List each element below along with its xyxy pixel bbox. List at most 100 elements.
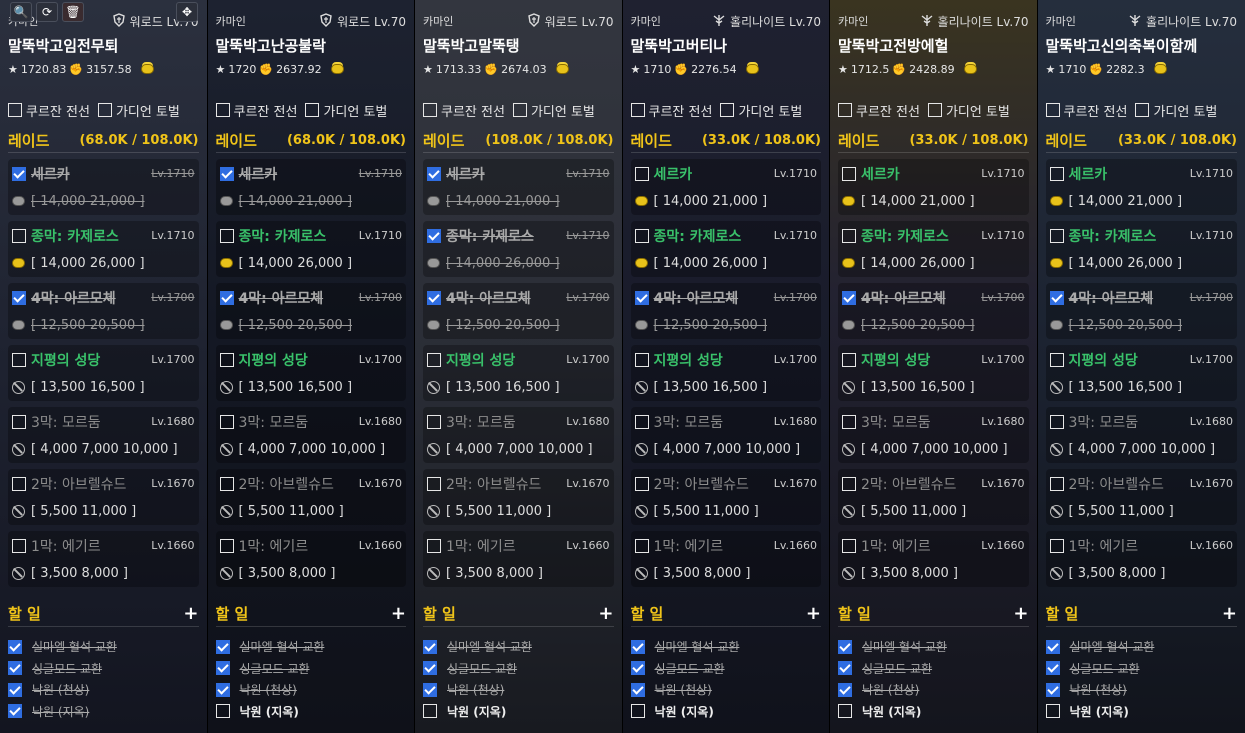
raid-item[interactable]: 4막: 아르모체 Lv.1700 [ 12,500 20,500 ] (215, 283, 406, 339)
raid-checkbox[interactable] (1049, 476, 1064, 491)
checkbox[interactable] (97, 103, 112, 117)
checkbox[interactable] (512, 103, 527, 117)
raid-item[interactable]: 2막: 아브렐슈드 Lv.1670 [ 5,500 11,000 ] (215, 469, 406, 525)
todo-item[interactable]: 낙원 (지옥) (838, 701, 1029, 723)
raid-item[interactable]: 3막: 모르둠 Lv.1680 [ 4,000 7,000 10,000 ] (1045, 407, 1237, 463)
raid-item[interactable]: 종막: 카제로스 Lv.1710 [ 14,000 26,000 ] (1045, 221, 1237, 277)
raid-checkbox[interactable] (12, 290, 26, 305)
raid-item[interactable]: 세르카 Lv.1710 [ 14,000 21,000 ] (1045, 159, 1237, 215)
todo-checkbox[interactable] (1045, 639, 1060, 654)
todo-checkbox[interactable] (630, 704, 645, 719)
no-gold-icon[interactable] (427, 566, 440, 580)
guardian-raid-toggle[interactable]: 가디언 토벌 (720, 101, 802, 120)
raid-item[interactable]: 세르카 Lv.1710 [ 14,000 21,000 ] (630, 159, 821, 215)
todo-item[interactable]: 낙원 (천상) (423, 679, 614, 701)
todo-item[interactable]: 실마엘 혈석 교환 (8, 636, 199, 658)
todo-checkbox[interactable] (423, 639, 437, 654)
checkbox[interactable] (1135, 103, 1150, 117)
no-gold-icon[interactable] (1049, 504, 1063, 518)
raid-item[interactable]: 1막: 에기르 Lv.1660 [ 3,500 8,000 ] (215, 531, 406, 587)
todo-item[interactable]: 싱글모드 교환 (838, 658, 1029, 680)
no-gold-icon[interactable] (634, 442, 648, 456)
raid-checkbox[interactable] (219, 414, 234, 429)
raid-checkbox[interactable] (427, 166, 441, 181)
move-icon[interactable]: ✥ (176, 2, 198, 22)
raid-item[interactable]: 3막: 모르둠 Lv.1680 [ 4,000 7,000 10,000 ] (838, 407, 1029, 463)
raid-checkbox[interactable] (842, 290, 856, 305)
no-gold-icon[interactable] (219, 566, 233, 580)
raid-item[interactable]: 지평의 성당 Lv.1700 [ 13,500 16,500 ] (838, 345, 1029, 401)
raid-checkbox[interactable] (634, 290, 649, 305)
gold-icon[interactable] (427, 196, 440, 206)
checkbox[interactable] (630, 103, 645, 117)
todo-checkbox[interactable] (630, 682, 645, 697)
add-todo-button[interactable]: + (391, 603, 406, 624)
raid-item[interactable]: 지평의 성당 Lv.1700 [ 13,500 16,500 ] (1045, 345, 1237, 401)
no-gold-icon[interactable] (427, 380, 440, 394)
raid-checkbox[interactable] (634, 352, 649, 367)
todo-checkbox[interactable] (215, 682, 230, 697)
raid-checkbox[interactable] (12, 352, 26, 367)
todo-item[interactable]: 낙원 (지옥) (423, 701, 614, 723)
raid-checkbox[interactable] (634, 476, 649, 491)
gold-icon[interactable] (1049, 258, 1063, 268)
no-gold-icon[interactable] (12, 380, 25, 394)
todo-checkbox[interactable] (215, 704, 230, 719)
refresh-icon[interactable]: ⟳ (36, 2, 58, 22)
raid-checkbox[interactable] (427, 476, 441, 491)
no-gold-icon[interactable] (842, 504, 855, 518)
no-gold-icon[interactable] (427, 504, 440, 518)
todo-checkbox[interactable] (1045, 704, 1060, 719)
raid-checkbox[interactable] (12, 166, 26, 181)
no-gold-icon[interactable] (12, 504, 25, 518)
todo-checkbox[interactable] (838, 682, 852, 697)
raid-checkbox[interactable] (1049, 166, 1064, 181)
kurzan-front-toggle[interactable]: 쿠르잔 전선 (1045, 101, 1127, 120)
add-todo-button[interactable]: + (183, 603, 198, 624)
no-gold-icon[interactable] (219, 380, 233, 394)
guardian-raid-toggle[interactable]: 가디언 토벌 (97, 101, 180, 120)
raid-checkbox[interactable] (427, 290, 441, 305)
todo-checkbox[interactable] (838, 639, 852, 654)
raid-item[interactable]: 3막: 모르둠 Lv.1680 [ 4,000 7,000 10,000 ] (215, 407, 406, 463)
kurzan-front-toggle[interactable]: 쿠르잔 전선 (423, 101, 505, 120)
raid-item[interactable]: 1막: 에기르 Lv.1660 [ 3,500 8,000 ] (838, 531, 1029, 587)
gold-icon[interactable] (12, 258, 25, 268)
raid-item[interactable]: 지평의 성당 Lv.1700 [ 13,500 16,500 ] (215, 345, 406, 401)
todo-checkbox[interactable] (8, 704, 22, 719)
raid-item[interactable]: 1막: 에기르 Lv.1660 [ 3,500 8,000 ] (630, 531, 821, 587)
raid-checkbox[interactable] (12, 414, 26, 429)
no-gold-icon[interactable] (219, 504, 233, 518)
no-gold-icon[interactable] (427, 442, 440, 456)
todo-checkbox[interactable] (1045, 661, 1060, 676)
gold-icon[interactable] (842, 196, 855, 206)
raid-item[interactable]: 세르카 Lv.1710 [ 14,000 21,000 ] (423, 159, 614, 215)
raid-checkbox[interactable] (12, 228, 26, 243)
raid-item[interactable]: 세르카 Lv.1710 [ 14,000 21,000 ] (838, 159, 1029, 215)
no-gold-icon[interactable] (634, 566, 648, 580)
raid-item[interactable]: 3막: 모르둠 Lv.1680 [ 4,000 7,000 10,000 ] (630, 407, 821, 463)
raid-item[interactable]: 세르카 Lv.1710 [ 14,000 21,000 ] (8, 159, 199, 215)
todo-item[interactable]: 싱글모드 교환 (8, 658, 199, 680)
kurzan-front-toggle[interactable]: 쿠르잔 전선 (838, 101, 920, 120)
raid-checkbox[interactable] (427, 352, 441, 367)
raid-checkbox[interactable] (842, 414, 856, 429)
raid-item[interactable]: 3막: 모르둠 Lv.1680 [ 4,000 7,000 10,000 ] (423, 407, 614, 463)
raid-checkbox[interactable] (427, 538, 441, 553)
raid-item[interactable]: 2막: 아브렐슈드 Lv.1670 [ 5,500 11,000 ] (423, 469, 614, 525)
raid-checkbox[interactable] (427, 228, 441, 243)
checkbox[interactable] (423, 103, 437, 117)
no-gold-icon[interactable] (842, 442, 855, 456)
no-gold-icon[interactable] (842, 380, 855, 394)
raid-item[interactable]: 지평의 성당 Lv.1700 [ 13,500 16,500 ] (630, 345, 821, 401)
kurzan-front-toggle[interactable]: 쿠르잔 전선 (8, 101, 90, 120)
raid-checkbox[interactable] (842, 166, 856, 181)
raid-checkbox[interactable] (219, 476, 234, 491)
todo-item[interactable]: 낙원 (지옥) (215, 701, 407, 723)
gold-icon[interactable] (842, 258, 855, 268)
add-todo-button[interactable]: + (598, 603, 613, 624)
gold-icon[interactable] (12, 196, 25, 206)
raid-item[interactable]: 4막: 아르모체 Lv.1700 [ 12,500 20,500 ] (423, 283, 614, 339)
raid-item[interactable]: 종막: 카제로스 Lv.1710 [ 14,000 26,000 ] (423, 221, 614, 277)
no-gold-icon[interactable] (1049, 380, 1063, 394)
